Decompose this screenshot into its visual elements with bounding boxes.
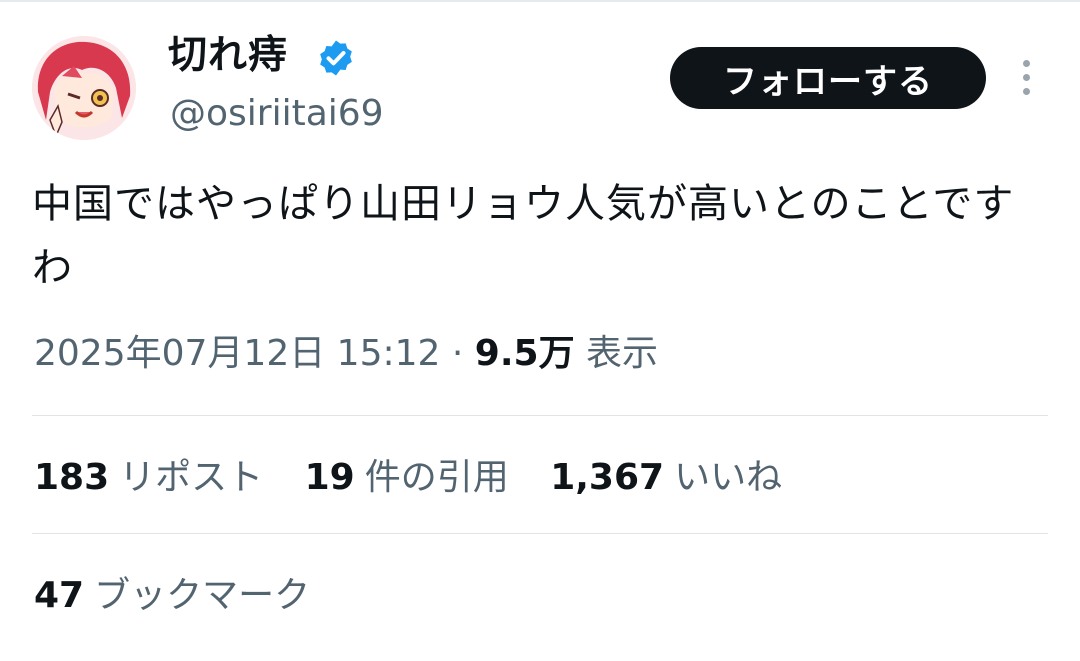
verified-badge-icon — [320, 40, 352, 76]
views-count: 9.5万 — [474, 333, 575, 374]
quotes-count: 19 — [304, 457, 355, 498]
top-divider — [0, 0, 1080, 2]
bookmarks-stat[interactable]: 47 ブックマーク — [34, 570, 310, 622]
bookmarks-label: ブックマーク — [94, 575, 311, 616]
retweets-label: リポスト — [119, 457, 264, 498]
likes-label: いいね — [674, 457, 783, 498]
likes-count: 1,367 — [550, 457, 665, 498]
quotes-label: 件の引用 — [364, 457, 509, 498]
avatar-illustration — [32, 36, 136, 140]
avatar[interactable] — [32, 36, 136, 140]
meta-separator: · — [451, 333, 464, 374]
user-handle[interactable]: @osiriitai69 — [170, 90, 384, 138]
retweets-count: 183 — [34, 457, 110, 498]
more-dot — [1023, 88, 1030, 95]
follow-button[interactable]: フォローする — [670, 47, 986, 109]
display-name[interactable]: 切れ痔 — [168, 30, 288, 82]
bookmarks-count: 47 — [34, 575, 85, 616]
divider — [32, 533, 1048, 534]
retweets-stat[interactable]: 183 リポスト — [34, 452, 263, 504]
more-dot — [1023, 60, 1030, 67]
divider — [32, 415, 1048, 416]
tweet-timestamp[interactable]: 2025年07月12日 15:12 — [34, 333, 440, 374]
more-vertical-icon[interactable] — [1018, 58, 1036, 98]
engagement-stats: 183 リポスト 19 件の引用 1,367 いいね — [34, 452, 812, 504]
quotes-stat[interactable]: 19 件の引用 — [305, 452, 509, 504]
more-dot — [1023, 74, 1030, 81]
tweet-text: 中国ではやっぱり山田リョウ人気が高いとのことですわ — [32, 181, 1015, 291]
tweet-meta: 2025年07月12日 15:12 · 9.5万 表示 — [34, 328, 658, 380]
views-label: 表示 — [586, 333, 659, 374]
likes-stat[interactable]: 1,367 いいね — [550, 452, 782, 504]
